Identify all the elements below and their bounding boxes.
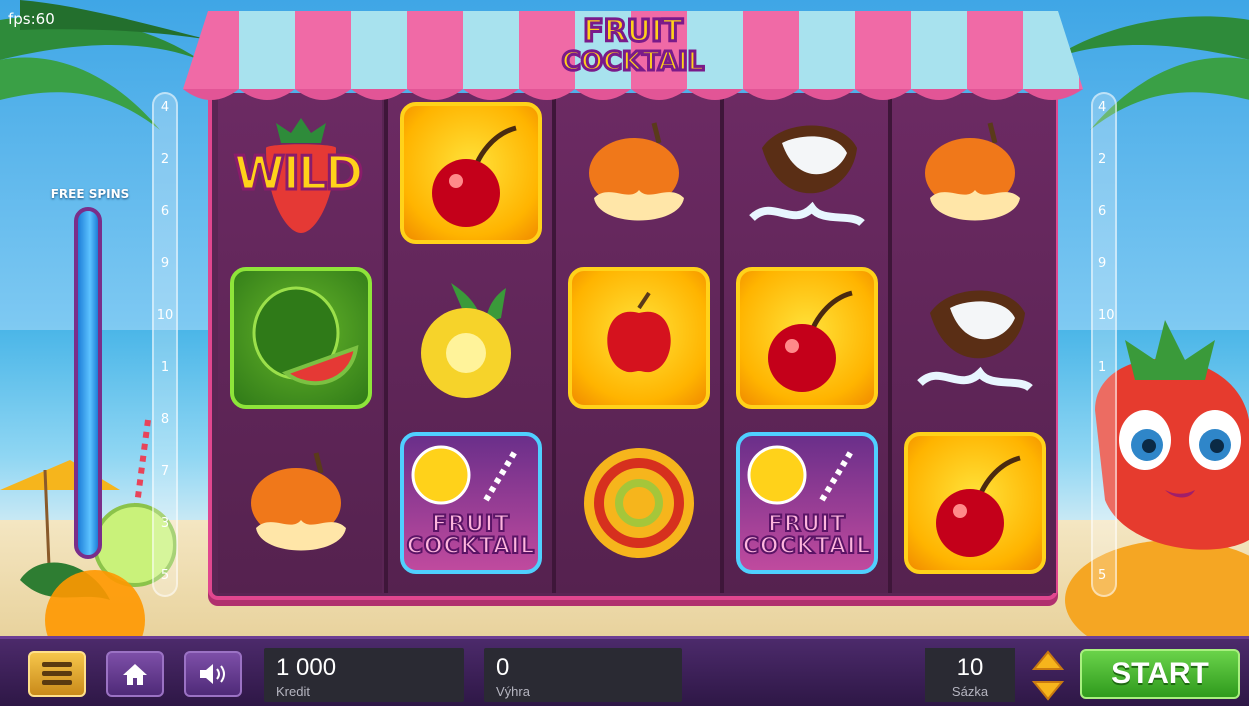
cherry-icon: [432, 125, 517, 227]
free-spins-meter: [74, 207, 102, 559]
pear-icon: [251, 452, 346, 551]
symbol-cherry: [732, 263, 882, 413]
bet-label: Sázka: [951, 684, 989, 699]
symbol-wild: WILD: [226, 98, 376, 248]
menu-button[interactable]: [28, 651, 86, 697]
symbol-coconut: [900, 263, 1050, 413]
payline-number[interactable]: 2: [1093, 152, 1115, 167]
symbol-pineapple: [396, 263, 546, 413]
game-stage: fps:60 4 2 6 9 10 1 8 7 3 5 4 2 6 9 10 1…: [0, 0, 1249, 706]
lemon-glass-icon: [747, 445, 855, 505]
logo-line-1: FRUIT: [582, 14, 685, 49]
bet-field: 10 Sázka: [925, 648, 1015, 702]
payline-number[interactable]: 9: [1093, 256, 1115, 271]
payline-number[interactable]: 5: [1093, 568, 1115, 583]
home-button[interactable]: [106, 651, 164, 697]
symbol-pear: [226, 428, 376, 578]
coconut-icon: [749, 125, 865, 227]
win-field: 0 Výhra: [484, 648, 682, 702]
cocktail-label: FRUIT COCKTAIL: [742, 512, 872, 559]
paylines-left: 4 2 6 9 10 1 8 7 3 5: [152, 92, 178, 597]
hamburger-icon: [42, 662, 72, 685]
payline-number[interactable]: 5: [154, 568, 176, 583]
win-value: 0: [496, 654, 510, 681]
payline-number[interactable]: 10: [154, 308, 176, 323]
free-spins-label: FREE SPINS: [50, 187, 130, 201]
win-label: Výhra: [496, 684, 530, 699]
symbol-cherry: [900, 428, 1050, 578]
fps-counter: fps:60: [8, 10, 55, 28]
symbol-apple: [564, 263, 714, 413]
payline-number[interactable]: 10: [1093, 308, 1115, 323]
credit-value: 1 000: [276, 654, 337, 681]
pear-icon: [589, 122, 684, 221]
pear-icon: [925, 122, 1020, 221]
payline-number[interactable]: 4: [154, 100, 176, 115]
symbol-cherry: [396, 98, 546, 248]
bet-value: 10: [956, 654, 984, 681]
payline-number[interactable]: 4: [1093, 100, 1115, 115]
bet-arrows: [1030, 649, 1066, 701]
start-button[interactable]: START: [1080, 649, 1240, 699]
swirl-icon: [584, 448, 694, 558]
symbol-watermelon: [226, 263, 376, 413]
cherry-icon: [768, 290, 853, 392]
reels-frame: WILD FRUIT COCKTAIL FRUIT COCKTAIL: [208, 93, 1058, 600]
payline-number[interactable]: 9: [154, 256, 176, 271]
symbol-pear: [564, 98, 714, 248]
pineapple-icon: [421, 283, 511, 398]
logo-line-2: COCKTAIL: [560, 46, 706, 79]
lemon-glass-icon: [411, 445, 519, 505]
apple-icon: [607, 291, 671, 373]
symbol-coconut: [732, 98, 882, 248]
credit-label: Kredit: [276, 684, 310, 699]
payline-number[interactable]: 8: [154, 412, 176, 427]
home-icon: [123, 664, 147, 685]
game-logo: FRUIT COCKTAIL: [550, 14, 716, 79]
payline-number[interactable]: 3: [154, 516, 176, 531]
payline-number[interactable]: 1: [1093, 360, 1115, 375]
cherry-icon: [936, 455, 1021, 557]
payline-number[interactable]: 7: [154, 464, 176, 479]
symbol-pear: [900, 98, 1050, 248]
symbol-orange-swirl: [564, 428, 714, 578]
payline-number[interactable]: 6: [1093, 204, 1115, 219]
wild-label: WILD: [232, 145, 364, 202]
symbol-fruit-cocktail: FRUIT COCKTAIL: [732, 428, 882, 578]
payline-number[interactable]: 1: [154, 360, 176, 375]
paylines-right: 4 2 6 9 10 1 5: [1091, 92, 1117, 597]
bet-down-icon[interactable]: [1030, 678, 1066, 702]
credit-field: 1 000 Kredit: [264, 648, 464, 702]
speaker-icon: [200, 664, 225, 684]
watermelon-icon: [252, 286, 359, 386]
sound-button[interactable]: [184, 651, 242, 697]
cocktail-label: FRUIT COCKTAIL: [406, 512, 536, 559]
bet-up-icon[interactable]: [1030, 649, 1066, 673]
symbol-fruit-cocktail: FRUIT COCKTAIL: [396, 428, 546, 578]
bottom-bar: 1 000 Kredit 0 Výhra 10 Sázka START: [0, 636, 1249, 706]
coconut-icon: [917, 290, 1033, 392]
payline-number[interactable]: 2: [154, 152, 176, 167]
awning: FRUIT COCKTAIL: [183, 11, 1083, 111]
payline-number[interactable]: 6: [154, 204, 176, 219]
